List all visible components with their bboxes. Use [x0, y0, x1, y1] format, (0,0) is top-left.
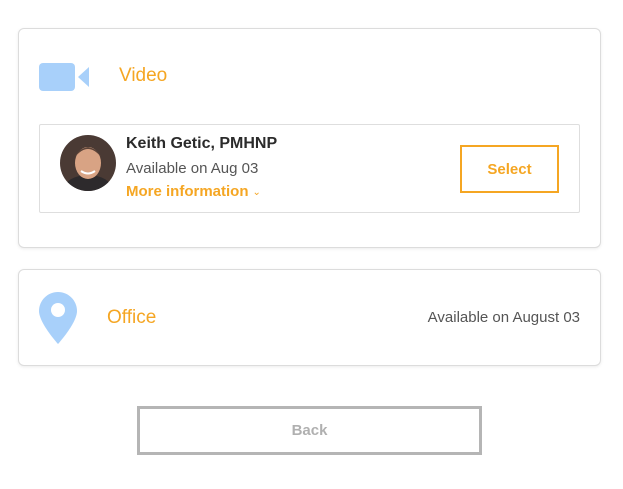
back-button[interactable]: Back [137, 406, 482, 455]
more-information-label: More information [126, 183, 249, 200]
video-appointment-card: Video Keith Getic, PMHNP Available on Au… [18, 28, 601, 248]
provider-avatar [60, 135, 116, 191]
provider-row: Keith Getic, PMHNP Available on Aug 03 M… [39, 124, 580, 213]
select-button[interactable]: Select [460, 145, 559, 193]
office-availability: Available on August 03 [427, 309, 580, 326]
map-pin-icon [39, 292, 77, 344]
more-information-link[interactable]: More information ⌄ [126, 183, 261, 200]
office-appointment-card[interactable]: Office Available on August 03 [18, 269, 601, 366]
video-camera-icon [39, 63, 89, 91]
office-title: Office [107, 307, 157, 328]
provider-name: Keith Getic, PMHNP [126, 135, 278, 152]
video-title: Video [119, 65, 168, 86]
chevron-down-icon: ⌄ [252, 186, 261, 198]
provider-availability: Available on Aug 03 [126, 160, 259, 177]
